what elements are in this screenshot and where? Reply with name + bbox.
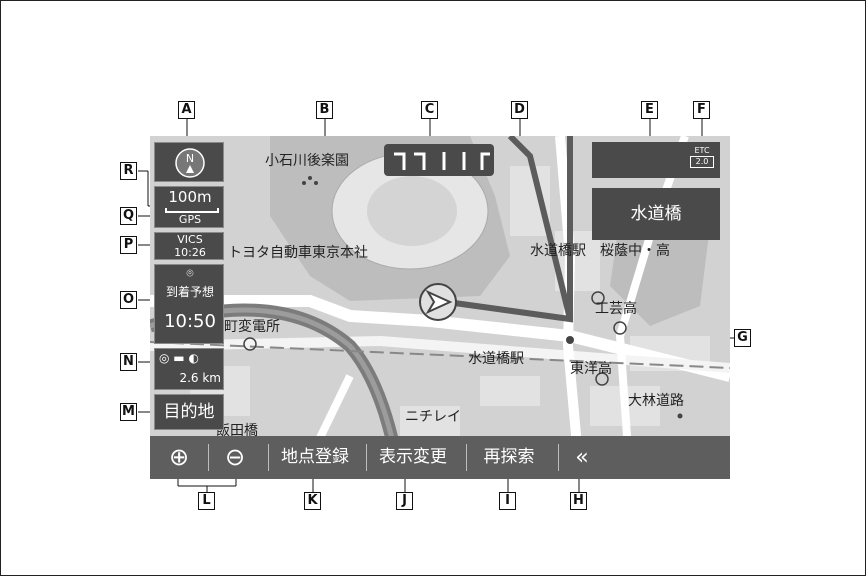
collapse-chevron-icon: « bbox=[575, 445, 589, 470]
display-change-button[interactable]: 表示変更 bbox=[368, 436, 458, 479]
etc-label: ETC bbox=[694, 146, 710, 155]
callout-q: Q bbox=[120, 207, 137, 225]
callout-o: O bbox=[120, 291, 137, 309]
remaining-distance[interactable]: ◎ ▬ ◐ 2.6 km bbox=[154, 348, 224, 390]
map-label-nichirei: ニチレイ bbox=[405, 409, 461, 425]
callout-l: L bbox=[198, 492, 215, 510]
map-label-toyota: トヨタ自動車東京本社 bbox=[228, 245, 368, 261]
callout-h: H bbox=[570, 492, 587, 510]
intersection-name: 水道橋 bbox=[592, 188, 720, 240]
collapse-button[interactable]: « bbox=[562, 436, 602, 479]
etc-panel: ETC 2.0 bbox=[592, 142, 720, 178]
separator bbox=[558, 444, 559, 471]
etc-icon: ETC 2.0 bbox=[690, 146, 714, 174]
callout-p: P bbox=[120, 236, 137, 254]
destination-button[interactable]: 目的地 bbox=[154, 394, 224, 430]
gps-label: GPS bbox=[178, 213, 202, 226]
zoom-out-icon: ⊖ bbox=[224, 443, 246, 471]
callout-m: M bbox=[120, 403, 137, 421]
map-label-korakuen: 小石川後楽園 bbox=[265, 153, 349, 169]
map-label-suidobashi-station-top: 水道橋駅 bbox=[530, 243, 586, 259]
distance-value: 2.6 km bbox=[179, 371, 221, 385]
map-label-suidobashi-station: 水道橋駅 bbox=[468, 351, 524, 367]
vics-info[interactable]: VICS 10:26 bbox=[154, 232, 224, 260]
zoom-in-icon: ⊕ bbox=[168, 443, 190, 471]
callout-g: G bbox=[734, 329, 751, 347]
callout-n: N bbox=[120, 353, 137, 371]
map-label-toyo: 東洋高 bbox=[570, 361, 612, 377]
lane-guide-icon bbox=[384, 144, 494, 176]
north-compass-icon: N bbox=[175, 148, 205, 178]
callout-f: F bbox=[693, 101, 710, 119]
separator bbox=[268, 444, 269, 471]
navigation-screen[interactable]: 小石川後楽園 トヨタ自動車東京本社 田町変電所 水道橋駅 桜蔭中・高 工芸高 水… bbox=[150, 136, 730, 479]
map-label-kogei: 工芸高 bbox=[595, 301, 637, 317]
arrival-label: 到着予想 bbox=[165, 285, 214, 299]
bottom-toolbar: ⊕ ⊖ 地点登録 表示変更 再探索 « bbox=[150, 436, 730, 479]
north-compass-button[interactable]: N bbox=[154, 142, 224, 182]
map-label-obayashi: 大林道路 bbox=[628, 393, 684, 409]
research-route-button[interactable]: 再探索 bbox=[468, 436, 550, 479]
register-point-button[interactable]: 地点登録 bbox=[270, 436, 360, 479]
zoom-out-button[interactable]: ⊖ bbox=[212, 436, 258, 479]
separator bbox=[366, 444, 367, 471]
distance-graph-icon: ◎ ▬ ◐ bbox=[159, 351, 199, 365]
callout-e: E bbox=[641, 101, 658, 119]
vics-time: 10:26 bbox=[174, 246, 206, 259]
callout-k: K bbox=[304, 492, 321, 510]
map-label-sakuragaoka: 桜蔭中・高 bbox=[600, 243, 670, 259]
separator bbox=[208, 444, 209, 471]
intersection-name-text: 水道橋 bbox=[630, 204, 682, 224]
callout-b: B bbox=[316, 101, 333, 119]
arrival-time: 10:50 bbox=[164, 311, 216, 332]
callout-d: D bbox=[511, 101, 528, 119]
zoom-in-button[interactable]: ⊕ bbox=[156, 436, 202, 479]
vics-label: VICS bbox=[177, 233, 203, 246]
scale-indicator[interactable]: 100m GPS bbox=[154, 186, 224, 228]
separator bbox=[466, 444, 467, 471]
arrival-icon: ⌾ bbox=[186, 266, 194, 280]
callout-i: I bbox=[499, 492, 516, 510]
svg-text:N: N bbox=[186, 152, 194, 165]
etc-version: 2.0 bbox=[690, 156, 714, 168]
arrival-estimate[interactable]: ⌾ 到着予想 10:50 bbox=[154, 264, 224, 344]
callout-a: A bbox=[178, 101, 195, 119]
callout-c: C bbox=[421, 101, 438, 119]
callout-r: R bbox=[120, 162, 137, 180]
scale-value: 100m bbox=[168, 188, 212, 206]
current-position-icon bbox=[418, 282, 458, 322]
callout-j: J bbox=[396, 492, 413, 510]
